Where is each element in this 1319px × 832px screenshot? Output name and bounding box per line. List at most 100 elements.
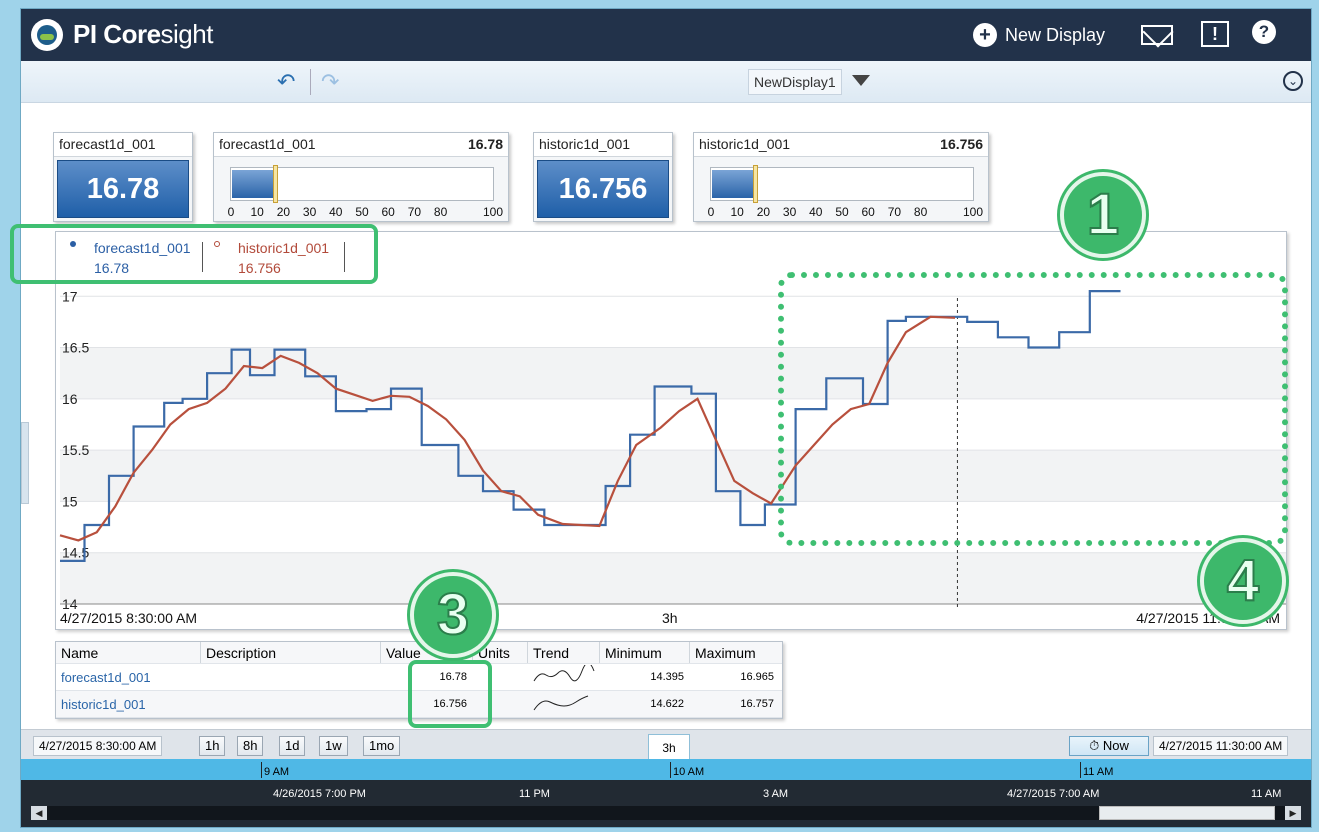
gauge-tick-label: 0 xyxy=(707,205,715,219)
gauge-tick-label: 10 xyxy=(730,205,744,219)
scroll-right-icon[interactable]: ▶ xyxy=(1285,806,1301,820)
tile-value: 16.78 xyxy=(467,136,503,152)
gauge-tick-label: 50 xyxy=(355,205,369,219)
overview-label: 4/26/2015 7:00 PM xyxy=(273,788,366,800)
gauge-marker xyxy=(272,165,278,203)
range-1w-button[interactable]: 1w xyxy=(319,736,348,756)
gauge-tile-historic[interactable]: historic1d_001 16.756 0 10 20 30 40 50 60 70 80 1… xyxy=(693,132,989,222)
display-menu-caret-icon[interactable] xyxy=(852,75,870,86)
tile-title: forecast1d_001 xyxy=(219,136,316,152)
display-name-field[interactable]: NewDisplay1 xyxy=(748,69,842,95)
y-tick-label: 15.5 xyxy=(62,442,89,458)
collapse-header-icon[interactable]: ⌄ xyxy=(1283,71,1303,91)
tile-header: historic1d_001 16.756 xyxy=(694,133,988,157)
horizontal-gauge xyxy=(710,165,974,203)
row-maximum: 16.757 xyxy=(740,698,774,710)
col-minimum-header[interactable]: Minimum xyxy=(600,642,690,663)
y-tick-label: 16.5 xyxy=(62,340,89,356)
gauge-tick-label: 80 xyxy=(913,205,928,219)
trend-start-time: 4/27/2015 8:30:00 AM xyxy=(60,610,197,626)
tile-title: forecast1d_001 xyxy=(59,136,156,152)
undo-icon[interactable]: ↶ xyxy=(277,69,295,95)
y-tick-label: 17 xyxy=(62,288,78,304)
toolbar-separator xyxy=(310,69,311,95)
value-tile-forecast[interactable]: forecast1d_001 16.78 xyxy=(53,132,193,222)
trend-duration: 3h xyxy=(662,610,678,626)
tile-header: forecast1d_001 xyxy=(54,133,192,157)
duration-tab[interactable]: 3h xyxy=(648,734,690,762)
end-time-input[interactable]: 4/27/2015 11:30:00 AM xyxy=(1153,736,1289,756)
gauge-tick-label: 50 xyxy=(835,205,849,219)
gauge-fill xyxy=(232,170,276,198)
gauge-fill xyxy=(712,170,756,198)
tile-header: historic1d_001 xyxy=(534,133,672,157)
app-brand: PI Coresight xyxy=(73,19,213,49)
redo-icon[interactable]: ↷ xyxy=(321,69,339,95)
row-maximum: 16.965 xyxy=(740,671,774,683)
new-display-button[interactable]: + New Display xyxy=(973,23,1105,47)
callout-badge-4: 4 xyxy=(1200,538,1286,624)
gauge-tick-label: 60 xyxy=(381,205,395,219)
gauge-tick-label: 40 xyxy=(329,205,343,219)
horizontal-gauge xyxy=(230,165,494,203)
side-panel-handle[interactable] xyxy=(21,422,29,504)
row-sparkline xyxy=(528,662,600,690)
overview-thumb[interactable] xyxy=(1099,806,1275,820)
range-1d-button[interactable]: 1d xyxy=(279,736,306,756)
tile-value: 16.78 xyxy=(57,160,189,218)
tile-value: 16.756 xyxy=(537,160,669,218)
ruler-label: 9 AM xyxy=(261,762,289,778)
gauge-tick-label: 20 xyxy=(756,205,771,219)
gauge-tick-label: 30 xyxy=(302,205,317,219)
col-maximum-header[interactable]: Maximum xyxy=(690,642,780,663)
plus-icon: + xyxy=(973,23,997,47)
gauge-tick-label: 10 xyxy=(250,205,264,219)
col-name-header[interactable]: Name xyxy=(56,642,201,663)
col-trend-header[interactable]: Trend xyxy=(528,642,600,663)
mail-icon[interactable] xyxy=(1141,25,1173,45)
gauge-tick-label: 60 xyxy=(861,205,875,219)
gauge-tick-label: 80 xyxy=(433,205,448,219)
y-tick-label: 16 xyxy=(62,391,78,407)
time-overview-scrollbar[interactable]: 4/26/2015 7:00 PM 11 PM 3 AM 4/27/2015 7… xyxy=(21,780,1311,827)
col-description-header[interactable]: Description xyxy=(201,642,381,663)
range-1mo-button[interactable]: 1mo xyxy=(363,736,401,756)
grid-band xyxy=(60,552,1286,604)
start-time-input[interactable]: 4/27/2015 8:30:00 AM xyxy=(33,736,163,756)
row-minimum: 14.395 xyxy=(650,671,684,683)
screenshot-frame: PI Coresight + New Display ! ? ↶ ↷ NewDi… xyxy=(0,0,1319,832)
now-label: Now xyxy=(1102,738,1129,753)
row-sparkline xyxy=(528,692,600,717)
gauge-tile-forecast[interactable]: forecast1d_001 16.78 0 10 20 30 40 50 60 70 80 10… xyxy=(213,132,509,222)
tile-title: historic1d_001 xyxy=(539,136,631,152)
row-name[interactable]: historic1d_001 xyxy=(56,697,201,712)
region-highlight-box xyxy=(778,272,1288,546)
range-1h-button[interactable]: 1h xyxy=(199,736,226,756)
row-name[interactable]: forecast1d_001 xyxy=(56,670,201,685)
pi-logo-icon xyxy=(31,19,63,51)
tile-header: forecast1d_001 16.78 xyxy=(214,133,508,157)
feedback-icon[interactable]: ! xyxy=(1201,21,1229,47)
time-ruler[interactable]: 9 AM 10 AM 11 AM xyxy=(21,759,1311,780)
gauge-tick-label: 70 xyxy=(407,205,422,219)
gauge-tick-label: 30 xyxy=(782,205,797,219)
gauge-tick-label: 0 xyxy=(227,205,235,219)
overview-label: 4/27/2015 7:00 AM xyxy=(1007,788,1100,800)
display-toolbar: ↶ ↷ NewDisplay1 ⌄ xyxy=(21,61,1311,103)
help-icon[interactable]: ? xyxy=(1252,20,1276,44)
tile-value: 16.756 xyxy=(940,136,983,152)
value-tile-historic[interactable]: historic1d_001 16.756 xyxy=(533,132,673,222)
gauge-tick-label: 70 xyxy=(887,205,902,219)
y-tick-label: 15 xyxy=(62,493,78,509)
range-8h-button[interactable]: 8h xyxy=(237,736,264,756)
now-button[interactable]: ⏱ Now xyxy=(1069,736,1149,756)
scroll-left-icon[interactable]: ◀ xyxy=(31,806,47,820)
callout-badge-3: 3 xyxy=(410,572,496,658)
new-display-label: New Display xyxy=(1005,24,1106,45)
gauge-tick-label: 40 xyxy=(809,205,823,219)
row-minimum: 14.622 xyxy=(650,698,684,710)
overview-label: 11 PM xyxy=(519,788,550,800)
gauge-tick-label: 20 xyxy=(276,205,291,219)
legend-highlight-box xyxy=(10,224,378,284)
ruler-label: 11 AM xyxy=(1080,762,1113,778)
